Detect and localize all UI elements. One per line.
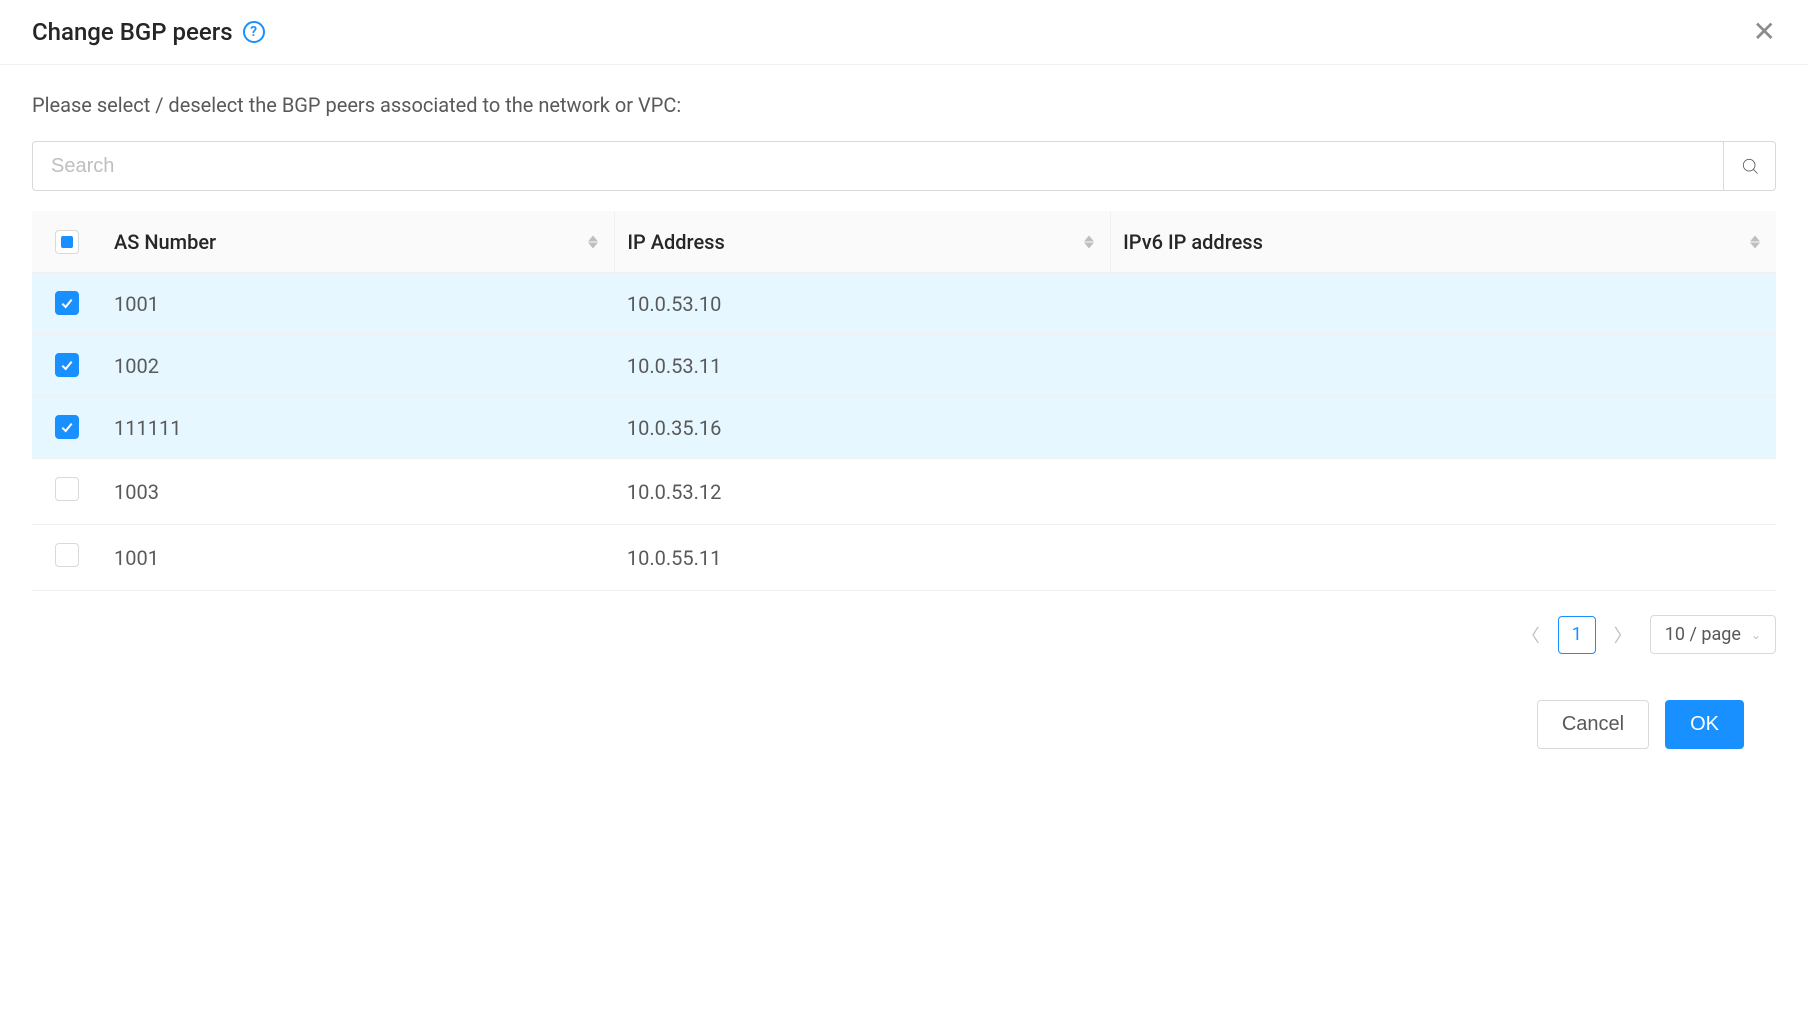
row-checkbox[interactable]: [55, 543, 79, 567]
search-icon: [1740, 156, 1760, 176]
table-row[interactable]: 100110.0.55.11: [32, 525, 1776, 591]
cell-ipv6-address: [1111, 397, 1776, 459]
cell-ip-address: 10.0.55.11: [615, 525, 1111, 591]
pagination: 〈 1 〉 10 / page ⌄: [32, 615, 1776, 654]
cell-ip-address: 10.0.53.11: [615, 335, 1111, 397]
modal-header: Change BGP peers ? ✕: [0, 0, 1808, 65]
page-size-label: 10 / page: [1665, 624, 1741, 645]
row-checkbox[interactable]: [55, 477, 79, 501]
sort-icon[interactable]: [1750, 235, 1760, 248]
close-icon[interactable]: ✕: [1753, 18, 1776, 46]
cell-checkbox: [32, 459, 102, 525]
sort-icon[interactable]: [1084, 235, 1094, 248]
cell-ipv6-address: [1111, 335, 1776, 397]
table-row[interactable]: 100310.0.53.12: [32, 459, 1776, 525]
bgp-peers-table: AS Number IP Address IPv6 IP address 100…: [32, 211, 1776, 591]
column-label: IPv6 IP address: [1123, 230, 1263, 254]
cell-as-number: 111111: [102, 397, 615, 459]
page-size-select[interactable]: 10 / page ⌄: [1650, 615, 1776, 654]
column-header-select: [32, 211, 102, 273]
cell-checkbox: [32, 525, 102, 591]
select-all-checkbox[interactable]: [55, 230, 79, 254]
column-label: AS Number: [114, 230, 216, 254]
page-number[interactable]: 1: [1558, 616, 1596, 654]
cell-ipv6-address: [1111, 459, 1776, 525]
modal-footer: Cancel OK: [32, 684, 1776, 781]
prev-page-button[interactable]: 〈: [1516, 618, 1546, 652]
modal-title-wrap: Change BGP peers ?: [32, 18, 265, 46]
cell-ip-address: 10.0.35.16: [615, 397, 1111, 459]
cell-checkbox: [32, 397, 102, 459]
search-button[interactable]: [1724, 141, 1776, 191]
cell-as-number: 1003: [102, 459, 615, 525]
cell-as-number: 1001: [102, 273, 615, 335]
cell-ip-address: 10.0.53.10: [615, 273, 1111, 335]
cell-checkbox: [32, 273, 102, 335]
cell-as-number: 1002: [102, 335, 615, 397]
ok-button[interactable]: OK: [1665, 700, 1744, 749]
cell-as-number: 1001: [102, 525, 615, 591]
row-checkbox[interactable]: [55, 415, 79, 439]
row-checkbox[interactable]: [55, 353, 79, 377]
cell-ip-address: 10.0.53.12: [615, 459, 1111, 525]
chevron-down-icon: ⌄: [1751, 628, 1761, 642]
cell-ipv6-address: [1111, 525, 1776, 591]
column-label: IP Address: [627, 230, 724, 254]
cancel-button[interactable]: Cancel: [1537, 700, 1649, 749]
table-row[interactable]: 11111110.0.35.16: [32, 397, 1776, 459]
row-checkbox[interactable]: [55, 291, 79, 315]
instruction-text: Please select / deselect the BGP peers a…: [32, 93, 1776, 117]
cell-ipv6-address: [1111, 273, 1776, 335]
modal-title: Change BGP peers: [32, 18, 233, 46]
search-input[interactable]: [32, 141, 1724, 191]
column-header-ipv6-address[interactable]: IPv6 IP address: [1111, 211, 1776, 273]
cell-checkbox: [32, 335, 102, 397]
sort-icon[interactable]: [588, 235, 598, 248]
table-row[interactable]: 100210.0.53.11: [32, 335, 1776, 397]
next-page-button[interactable]: 〉: [1608, 618, 1638, 652]
help-icon[interactable]: ?: [243, 21, 265, 43]
modal-body: Please select / deselect the BGP peers a…: [0, 65, 1808, 809]
search-row: [32, 141, 1776, 191]
column-header-as-number[interactable]: AS Number: [102, 211, 615, 273]
column-header-ip-address[interactable]: IP Address: [615, 211, 1111, 273]
table-row[interactable]: 100110.0.53.10: [32, 273, 1776, 335]
